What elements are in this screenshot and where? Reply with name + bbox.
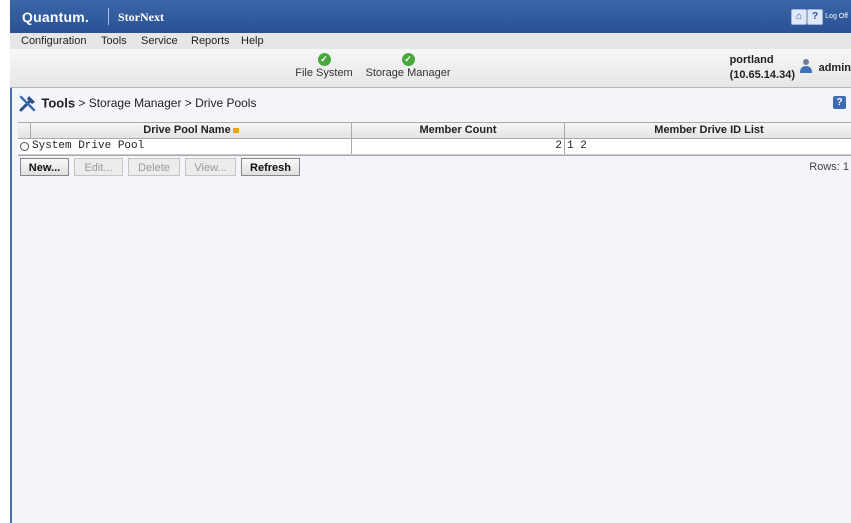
menu-bar: Configuration Tools Service Reports Help	[10, 33, 851, 50]
column-label: Member Drive ID List	[654, 124, 764, 136]
ok-check-icon: ✓	[317, 53, 331, 66]
column-label: Member Count	[419, 124, 497, 136]
left-edge	[0, 0, 10, 523]
view-button[interactable]: View...	[185, 158, 236, 176]
row-select-radio[interactable]	[20, 142, 29, 151]
column-member-drive-id-list[interactable]: Member Drive ID List	[565, 123, 851, 138]
status-label: Storage Manager	[365, 67, 451, 79]
row-count: Rows: 1	[809, 161, 849, 173]
new-button[interactable]: New...	[20, 158, 69, 176]
breadcrumb: Tools > Storage Manager > Drive Pools	[18, 94, 256, 112]
menu-service[interactable]: Service	[141, 35, 178, 47]
column-drive-pool-name[interactable]: Drive Pool Name	[31, 123, 352, 138]
table-header: Drive Pool Name Member Count Member Driv…	[18, 123, 851, 139]
status-file-system[interactable]: ✓ File System	[294, 53, 354, 79]
table-actions: New... Edit... Delete View... Refresh Ro…	[18, 155, 851, 179]
host-ip: (10.65.14.34)	[729, 69, 795, 81]
main-content: Tools > Storage Manager > Drive Pools ? …	[10, 88, 851, 523]
host-name: portland	[729, 54, 774, 66]
column-label: Drive Pool Name	[143, 124, 231, 136]
tools-icon	[19, 95, 36, 112]
column-member-count[interactable]: Member Count	[352, 123, 565, 138]
help-icon[interactable]: ?	[833, 96, 846, 109]
edit-button[interactable]: Edit...	[74, 158, 123, 176]
logo-divider	[108, 8, 109, 25]
menu-tools[interactable]: Tools	[101, 35, 127, 47]
status-label: File System	[295, 67, 353, 79]
user-icon	[800, 59, 812, 73]
delete-button[interactable]: Delete	[128, 158, 180, 176]
cell-member-drive-ids: 1 2	[567, 140, 587, 152]
product-name: StorNext	[118, 10, 164, 24]
menu-reports[interactable]: Reports	[191, 35, 230, 47]
drive-pool-name: System Drive Pool	[32, 140, 145, 152]
cell-member-count: 2	[352, 139, 565, 154]
host-info: portland (10.65.14.34)	[730, 53, 795, 83]
log-off-link[interactable]: Log Off	[825, 13, 848, 20]
home-icon[interactable]: ⌂	[791, 9, 807, 25]
table-row[interactable]: System Drive Pool 2 1 2	[18, 139, 851, 155]
help-top-icon[interactable]: ?	[807, 9, 823, 25]
refresh-button[interactable]: Refresh	[241, 158, 300, 176]
menu-help[interactable]: Help	[241, 35, 264, 47]
menu-configuration[interactable]: Configuration	[21, 35, 86, 47]
drive-pool-table: Drive Pool Name Member Count Member Driv…	[18, 122, 851, 179]
quantum-logo: Quantum.	[22, 9, 89, 25]
ok-check-icon: ✓	[401, 53, 415, 66]
user-name[interactable]: admin	[819, 62, 851, 74]
cell-drive-pool-name: System Drive Pool	[18, 139, 352, 154]
breadcrumb-root: Tools	[41, 95, 76, 111]
status-bar: ✓ File System ✓ Storage Manager portland…	[10, 49, 851, 88]
select-column-header	[18, 123, 31, 138]
sort-indicator-icon	[232, 127, 239, 133]
app-header: Quantum. StorNext ⌂ ? Log Off	[10, 0, 851, 33]
breadcrumb-path: > Storage Manager > Drive Pools	[75, 96, 257, 110]
status-storage-manager[interactable]: ✓ Storage Manager	[362, 53, 454, 79]
